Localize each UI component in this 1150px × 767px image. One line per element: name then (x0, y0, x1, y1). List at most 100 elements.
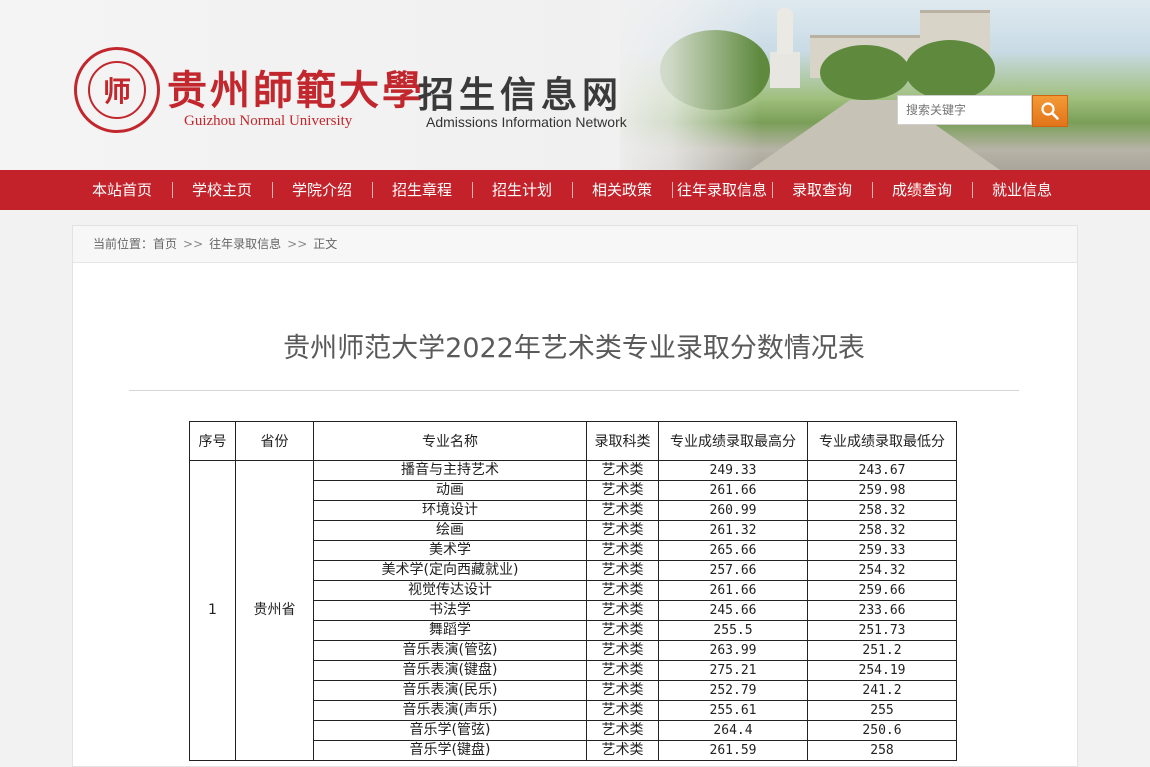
cell-major: 环境设计 (313, 500, 587, 521)
cell-min-score: 250.6 (807, 720, 957, 741)
breadcrumb-link-past-admissions[interactable]: 往年录取信息 (209, 237, 281, 251)
cell-min-score: 241.2 (807, 680, 957, 701)
cell-category: 艺术类 (586, 460, 659, 481)
cell-category: 艺术类 (586, 580, 659, 601)
cell-category: 艺术类 (586, 740, 659, 761)
cell-major: 美术学(定向西藏就业) (313, 560, 587, 581)
cell-province: 贵州省 (235, 460, 314, 761)
article-title: 贵州师范大学2022年艺术类专业录取分数情况表 (283, 333, 865, 364)
cell-max-score: 264.4 (658, 720, 808, 741)
cell-major: 绘画 (313, 520, 587, 541)
cell-max-score: 245.66 (658, 600, 808, 621)
nav-item-admission-plan[interactable]: 招生计划 (472, 170, 572, 210)
cell-major: 音乐表演(声乐) (313, 700, 587, 721)
nav-item-past-admissions[interactable]: 往年录取信息 (672, 170, 772, 210)
search-button[interactable] (1032, 95, 1068, 127)
site-header: 师 贵州師範大學 Guizhou Normal University 招生信息网… (0, 0, 1150, 170)
main-nav: 本站首页 学校主页 学院介绍 招生章程 招生计划 相关政策 往年录取信息 录取查… (0, 170, 1150, 210)
cell-category: 艺术类 (586, 600, 659, 621)
cell-major: 音乐学(键盘) (313, 740, 587, 761)
table-body: 1 贵州省 播音与主持艺术 艺术类 249.33 243.67 动画 艺术类 261.66 259… (189, 460, 957, 761)
cell-category: 艺术类 (586, 640, 659, 661)
university-name-en: Guizhou Normal University (184, 113, 353, 129)
col-header-category: 录取科类 (586, 421, 659, 461)
cell-max-score: 265.66 (658, 540, 808, 561)
cell-max-score: 261.59 (658, 740, 808, 761)
site-title-en: Admissions Information Network (426, 114, 627, 130)
nav-item-admission-query[interactable]: 录取查询 (772, 170, 872, 210)
university-name-cn: 贵州師範大學 (167, 67, 425, 114)
cell-max-score: 261.32 (658, 520, 808, 541)
content-panel: 当前位置：首页 >> 往年录取信息 >> 正文 贵州师范大学2022年艺术类专业录取分数… (72, 225, 1078, 767)
cell-major: 音乐表演(键盘) (313, 660, 587, 681)
cell-min-score: 259.66 (807, 580, 957, 601)
cell-max-score: 275.21 (658, 660, 808, 681)
cell-major: 书法学 (313, 600, 587, 621)
cell-seq: 1 (189, 460, 236, 761)
nav-item-school-home[interactable]: 学校主页 (172, 170, 272, 210)
cell-major: 视觉传达设计 (313, 580, 587, 601)
col-header-seq: 序号 (189, 421, 236, 461)
col-header-province: 省份 (235, 421, 314, 461)
cell-major: 动画 (313, 480, 587, 501)
cell-min-score: 259.33 (807, 540, 957, 561)
cell-major: 播音与主持艺术 (313, 460, 587, 481)
search-input[interactable] (897, 95, 1032, 125)
cell-max-score: 252.79 (658, 680, 808, 701)
cell-category: 艺术类 (586, 560, 659, 581)
search-icon (1041, 102, 1059, 120)
nav-item-admission-charter[interactable]: 招生章程 (372, 170, 472, 210)
cell-category: 艺术类 (586, 620, 659, 641)
col-header-max-score: 专业成绩录取最高分 (658, 421, 808, 461)
cell-max-score: 261.66 (658, 580, 808, 601)
cell-max-score: 255.5 (658, 620, 808, 641)
cell-major: 音乐表演(民乐) (313, 680, 587, 701)
cell-max-score: 261.66 (658, 480, 808, 501)
cell-major: 舞蹈学 (313, 620, 587, 641)
cell-major: 音乐表演(管弦) (313, 640, 587, 661)
cell-min-score: 258.32 (807, 500, 957, 521)
breadcrumb-separator: >> (287, 237, 308, 251)
nav-item-score-query[interactable]: 成绩查询 (872, 170, 972, 210)
nav-item-employment[interactable]: 就业信息 (972, 170, 1072, 210)
cell-category: 艺术类 (586, 480, 659, 501)
cell-min-score: 254.32 (807, 560, 957, 581)
cell-category: 艺术类 (586, 500, 659, 521)
cell-max-score: 257.66 (658, 560, 808, 581)
cell-major: 美术学 (313, 540, 587, 561)
admission-scores-table: 序号 省份 专业名称 录取科类 专业成绩录取最高分 专业成绩录取最低分 1 贵州省… (189, 421, 957, 761)
breadcrumb-separator: >> (183, 237, 204, 251)
cell-max-score: 263.99 (658, 640, 808, 661)
cell-category: 艺术类 (586, 720, 659, 741)
col-header-major: 专业名称 (313, 421, 587, 461)
table-header-row: 序号 省份 专业名称 录取科类 专业成绩录取最高分 专业成绩录取最低分 (189, 421, 957, 461)
cell-min-score: 258.32 (807, 520, 957, 541)
cell-min-score: 251.73 (807, 620, 957, 641)
cell-min-score: 259.98 (807, 480, 957, 501)
nav-item-colleges[interactable]: 学院介绍 (272, 170, 372, 210)
title-divider (129, 390, 1019, 391)
cell-min-score: 255 (807, 700, 957, 721)
cell-category: 艺术类 (586, 680, 659, 701)
cell-max-score: 260.99 (658, 500, 808, 521)
breadcrumb-link-home[interactable]: 首页 (153, 237, 177, 251)
nav-item-home[interactable]: 本站首页 (72, 170, 172, 210)
cell-min-score: 258 (807, 740, 957, 761)
cell-category: 艺术类 (586, 540, 659, 561)
breadcrumb-prefix: 当前位置： (93, 237, 154, 251)
cell-major: 音乐学(管弦) (313, 720, 587, 741)
cell-min-score: 243.67 (807, 460, 957, 481)
cell-min-score: 251.2 (807, 640, 957, 661)
cell-category: 艺术类 (586, 520, 659, 541)
cell-category: 艺术类 (586, 700, 659, 721)
site-title-cn: 招生信息网 (418, 74, 624, 116)
cell-min-score: 233.66 (807, 600, 957, 621)
breadcrumb-current: 正文 (313, 237, 338, 251)
breadcrumb: 当前位置：首页 >> 往年录取信息 >> 正文 (73, 226, 1077, 263)
cell-min-score: 254.19 (807, 660, 957, 681)
cell-max-score: 249.33 (658, 460, 808, 481)
cell-max-score: 255.61 (658, 700, 808, 721)
seal-character: 师 (88, 61, 146, 119)
university-seal-logo[interactable]: 师 (74, 47, 160, 133)
nav-item-policies[interactable]: 相关政策 (572, 170, 672, 210)
